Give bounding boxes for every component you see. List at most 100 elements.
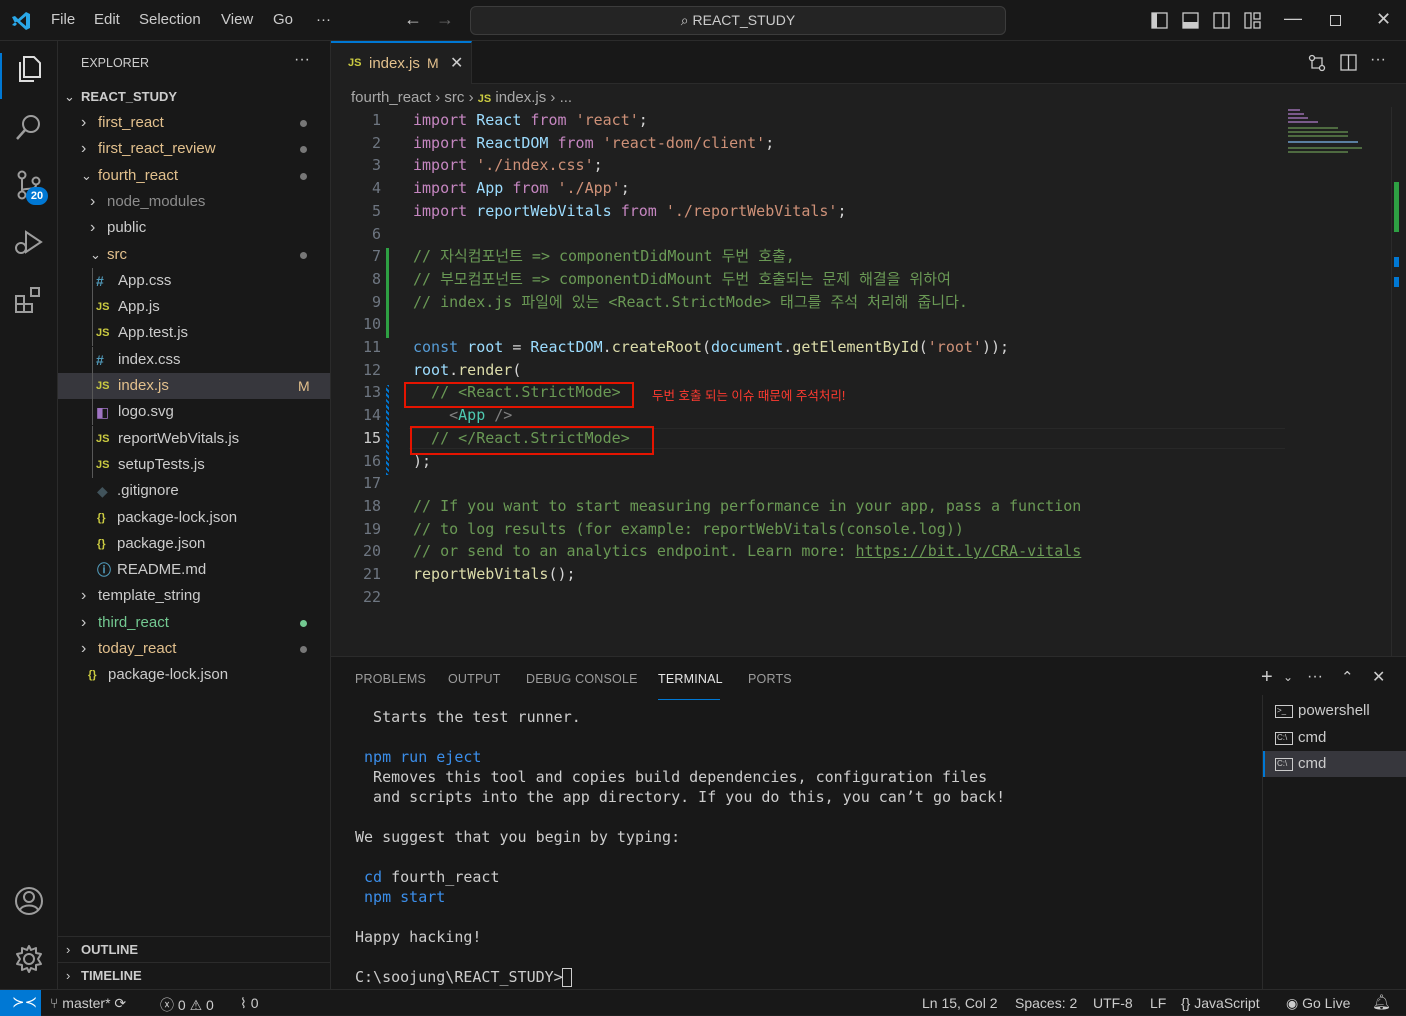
tree-file[interactable]: JS index.js M bbox=[58, 373, 330, 399]
menu-item[interactable]: ··· bbox=[316, 11, 331, 28]
panel-tab[interactable]: OUTPUT bbox=[448, 672, 501, 686]
command-center[interactable]: ⌕ REACT_STUDY bbox=[470, 6, 1006, 35]
code-line[interactable]: 20 // or send to an analytics endpoint. L… bbox=[331, 540, 1291, 562]
code-line[interactable]: 11 const root = ReactDOM.createRoot(docum… bbox=[331, 336, 1291, 358]
tree-file[interactable]: JS setupTests.js bbox=[58, 451, 330, 478]
tree-folder[interactable]: › today_react bbox=[58, 636, 330, 662]
editor-scrollbar[interactable] bbox=[1391, 107, 1405, 656]
terminal-instance[interactable]: C:\ cmd bbox=[1263, 725, 1406, 751]
chevron-down-icon[interactable]: ⌄ bbox=[1283, 670, 1293, 684]
encoding-status[interactable]: UTF-8 bbox=[1093, 995, 1133, 1011]
tree-folder[interactable]: › public bbox=[58, 215, 330, 241]
tab-close-icon[interactable]: ✕ bbox=[450, 53, 463, 73]
code-line[interactable]: 19 // to log results (for example: report… bbox=[331, 518, 1291, 540]
tree-file[interactable]: JS App.js bbox=[58, 294, 330, 321]
tree-folder[interactable]: ⌄ src bbox=[58, 242, 330, 268]
tree-file[interactable]: ◧ logo.svg bbox=[58, 399, 330, 426]
workspace-root[interactable]: ⌄ REACT_STUDY bbox=[58, 84, 330, 110]
code-line[interactable]: 8 // 부모컴포넌트 => componentDidMount 두번 호출되는 … bbox=[331, 268, 1291, 290]
code-line[interactable]: 10 bbox=[331, 313, 1291, 335]
branch-status[interactable]: ⑂ master* ⟳ bbox=[50, 995, 126, 1012]
code-line[interactable]: 1 import React from 'react'; bbox=[331, 109, 1291, 131]
language-status[interactable]: {} JavaScript bbox=[1181, 995, 1260, 1011]
code-line[interactable]: 22 bbox=[331, 586, 1291, 608]
tree-file[interactable]: JS App.test.js bbox=[58, 320, 330, 347]
panel-more-icon[interactable]: ··· bbox=[1307, 668, 1323, 686]
indent-status[interactable]: Spaces: 2 bbox=[1015, 995, 1077, 1011]
menu-item[interactable]: Selection bbox=[139, 11, 201, 28]
tree-folder[interactable]: › third_react bbox=[58, 610, 330, 636]
breadcrumb-item[interactable]: fourth_react bbox=[351, 89, 431, 106]
tab-index-js[interactable]: JS index.js M ✕ bbox=[331, 41, 472, 84]
code-line[interactable]: 18 // If you want to start measuring perf… bbox=[331, 495, 1291, 517]
toggle-panel-icon[interactable] bbox=[1182, 12, 1199, 29]
accounts-icon[interactable] bbox=[13, 885, 45, 917]
timeline-section[interactable]: › TIMELINE bbox=[58, 963, 330, 989]
tree-file[interactable]: # index.css bbox=[58, 346, 330, 373]
code-line[interactable]: 9 // index.js 파일에 있는 <React.StrictMode> 태… bbox=[331, 291, 1291, 313]
panel-tab[interactable]: DEBUG CONSOLE bbox=[526, 672, 638, 686]
code-line[interactable]: 7 // 자식컴포넌트 => componentDidMount 두번 호출, bbox=[331, 245, 1291, 267]
breadcrumb-item[interactable]: index.js bbox=[495, 89, 546, 106]
terminal-instance[interactable]: C:\ cmd bbox=[1263, 751, 1406, 777]
tree-file[interactable]: {} package-lock.json bbox=[58, 662, 330, 688]
code-line[interactable]: 17 bbox=[331, 472, 1291, 494]
outline-section[interactable]: › OUTLINE bbox=[58, 937, 330, 963]
tree-file[interactable]: # App.css bbox=[58, 267, 330, 294]
new-terminal-icon[interactable]: + bbox=[1261, 666, 1273, 689]
back-arrow-icon[interactable]: ← bbox=[404, 9, 422, 30]
tree-file[interactable]: {} package-lock.json bbox=[58, 505, 330, 531]
tree-file[interactable]: {} package.json bbox=[58, 531, 330, 557]
minimize-icon[interactable]: — bbox=[1284, 8, 1302, 29]
notifications-bell-icon[interactable]: 🔔︎ bbox=[1372, 993, 1391, 1011]
code-line[interactable]: 4 import App from './App'; bbox=[331, 177, 1291, 199]
toggle-secondary-sidebar-icon[interactable] bbox=[1213, 12, 1230, 29]
editor-more-icon[interactable]: ··· bbox=[1370, 51, 1386, 69]
minimap[interactable] bbox=[1286, 107, 1376, 157]
tree-folder[interactable]: › first_react_review bbox=[58, 136, 330, 162]
breadcrumb-item[interactable]: ... bbox=[560, 89, 573, 106]
cursor-position[interactable]: Ln 15, Col 2 bbox=[922, 995, 998, 1011]
go-live-status[interactable]: ◉ Go Live bbox=[1286, 995, 1350, 1012]
tree-file[interactable]: ⓘ README.md bbox=[58, 557, 330, 583]
maximize-icon[interactable] bbox=[1330, 15, 1341, 26]
toggle-primary-sidebar-icon[interactable] bbox=[1151, 12, 1168, 29]
tree-file[interactable]: ◆ .gitignore bbox=[58, 478, 330, 504]
tree-file[interactable]: JS reportWebVitals.js bbox=[58, 425, 330, 452]
panel-tab[interactable]: TERMINAL bbox=[658, 672, 723, 686]
extensions-icon[interactable] bbox=[13, 284, 45, 316]
panel-tab[interactable]: PORTS bbox=[748, 672, 792, 686]
close-panel-icon[interactable]: ✕ bbox=[1372, 667, 1385, 687]
code-line[interactable]: 12 root.render( bbox=[331, 359, 1291, 381]
code-line[interactable]: 3 import './index.css'; bbox=[331, 154, 1291, 176]
menu-item[interactable]: Edit bbox=[94, 11, 120, 28]
run-debug-icon[interactable] bbox=[13, 226, 45, 258]
code-line[interactable]: 5 import reportWebVitals from './reportWe… bbox=[331, 200, 1291, 222]
menu-item[interactable]: Go bbox=[273, 11, 293, 28]
terminal-instance[interactable]: >_ powershell bbox=[1263, 698, 1406, 724]
customize-layout-icon[interactable] bbox=[1244, 12, 1261, 29]
tree-folder[interactable]: › template_string bbox=[58, 583, 330, 609]
eol-status[interactable]: LF bbox=[1150, 995, 1166, 1011]
menu-item[interactable]: File bbox=[51, 11, 75, 28]
ports-status[interactable]: ⌇ 0 bbox=[240, 995, 259, 1012]
tree-folder[interactable]: › node_modules bbox=[58, 189, 330, 215]
open-changes-icon[interactable] bbox=[1308, 54, 1326, 72]
code-area[interactable]: 1 import React from 'react'; 2 import React… bbox=[331, 109, 1291, 649]
breadcrumb-item[interactable]: src bbox=[444, 89, 464, 106]
split-editor-icon[interactable] bbox=[1340, 54, 1357, 71]
explorer-more-button[interactable]: ··· bbox=[294, 51, 310, 69]
code-line[interactable]: 6 bbox=[331, 223, 1291, 245]
remote-button[interactable]: ≻≺ bbox=[0, 990, 41, 1016]
tree-folder[interactable]: › first_react bbox=[58, 110, 330, 136]
settings-gear-icon[interactable] bbox=[13, 943, 45, 975]
problems-status[interactable]: ⓧ 0 ⚠ 0 bbox=[160, 995, 214, 1015]
code-line[interactable]: 21 reportWebVitals(); bbox=[331, 563, 1291, 585]
close-window-icon[interactable]: ✕ bbox=[1376, 9, 1391, 30]
forward-arrow-icon[interactable]: → bbox=[436, 9, 454, 30]
code-line[interactable]: 2 import ReactDOM from 'react-dom/client'… bbox=[331, 132, 1291, 154]
search-view-icon[interactable] bbox=[13, 111, 45, 143]
menu-item[interactable]: View bbox=[221, 11, 253, 28]
explorer-icon[interactable] bbox=[13, 53, 45, 85]
maximize-panel-icon[interactable]: ⌃ bbox=[1341, 668, 1354, 686]
